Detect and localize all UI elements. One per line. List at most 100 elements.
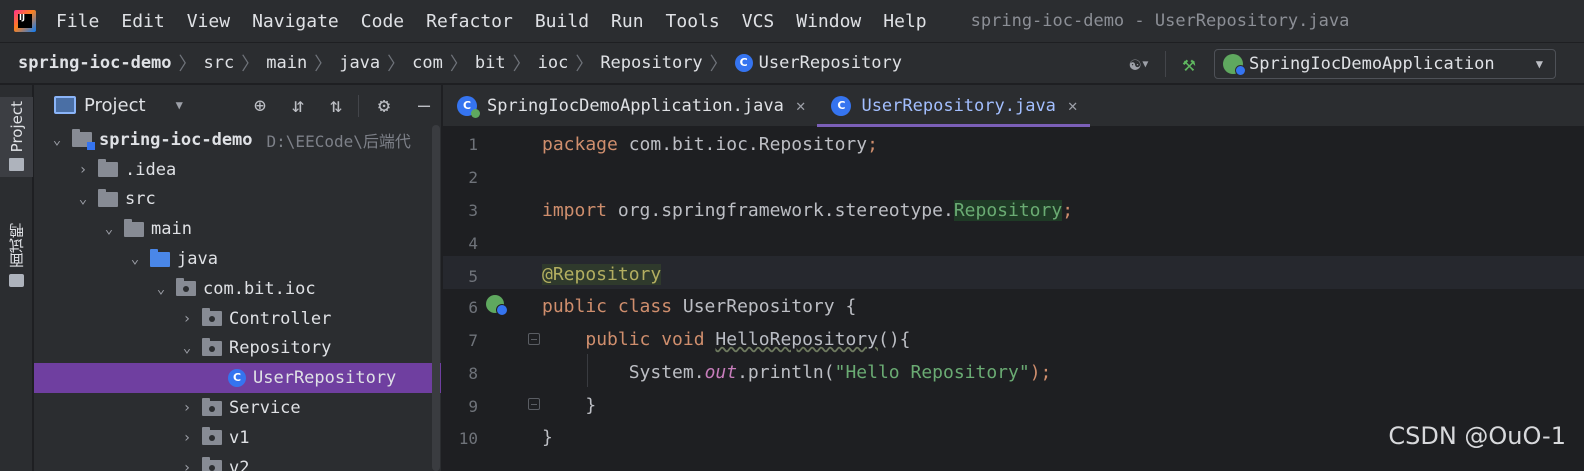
code-token: package [542,134,618,155]
chevron-right-icon: 〉 [512,54,531,75]
breadcrumb-item-src[interactable]: src [204,53,235,73]
breadcrumb-item-java[interactable]: java [339,53,380,73]
locate-target-icon[interactable]: ⊕ [249,94,271,116]
tree-row[interactable]: ⌄ Repository [34,334,441,364]
code-token: Repository [953,200,1063,221]
fold-icon[interactable] [528,333,540,345]
package-icon [202,397,222,416]
menu-refactor[interactable]: Refactor [426,11,513,32]
expand-all-icon[interactable]: ⇵ [287,94,309,116]
class-icon: C [734,54,753,72]
minimize-icon[interactable]: — [413,94,435,116]
tool-window-tab-interview[interactable]: 面试鸭 [0,223,33,287]
project-panel-title[interactable]: Project [84,95,146,116]
menu-tools[interactable]: Tools [666,11,720,32]
tree-item-label: spring-ioc-demo [99,129,253,150]
fold-icon[interactable] [528,398,540,410]
tree-row[interactable]: › .idea [34,155,441,185]
menu-run[interactable]: Run [611,11,644,32]
code-editor[interactable]: 1 2 3 4 5 6 7 8 9 10 package com.bit.ioc… [443,127,1584,471]
chevron-right-icon: 〉 [241,54,260,75]
breadcrumb-item-com[interactable]: com [412,53,443,73]
chevron-right-icon[interactable]: › [178,430,196,446]
menu-build[interactable]: Build [535,11,589,32]
menu-code[interactable]: Code [361,11,404,32]
code-line-5: @Repository [542,258,662,291]
tool-window-tab-label: 面试鸭 [8,223,26,268]
run-configuration-selector[interactable]: SpringIocDemoApplication ▼ [1214,49,1556,79]
caret-down-icon[interactable]: ▼ [176,98,183,112]
user-icon[interactable]: ☯ ▼ [1121,49,1157,79]
project-panel-header: Project ▼ ⊕ ⇵ ⇅ ⚙ — [34,85,441,125]
tab-springiocdemoapplication[interactable]: C SpringIocDemoApplication.java ✕ [443,85,817,126]
code-token: public class [542,296,673,317]
tree-row[interactable]: › Controller [34,304,441,334]
breadcrumb-item-main[interactable]: main [266,53,307,73]
code-line-1: package com.bit.ioc.Repository; [542,128,878,161]
tool-window-tab-project[interactable]: Project [0,97,33,178]
line-number: 6 [468,298,478,317]
project-panel: Project ▼ ⊕ ⇵ ⇅ ⚙ — ⌄ spring-ioc-demo D:\E… [34,85,442,471]
chevron-down-icon[interactable]: ⌄ [152,281,170,297]
menu-window[interactable]: Window [796,11,861,32]
tree-row[interactable]: ⌄ com.bit.ioc [34,274,441,304]
code-token: "Hello Repository" [834,362,1030,383]
tab-userrepository[interactable]: C UserRepository.java ✕ [817,85,1090,127]
breadcrumb-item-project[interactable]: spring-ioc-demo [18,53,172,73]
code-token: import [542,200,608,221]
code-token: org.springframework.stereotype. [607,200,954,221]
close-icon[interactable]: ✕ [1068,96,1078,115]
toolbar-divider [1165,51,1166,77]
menu-file[interactable]: File [56,11,99,32]
menu-vcs[interactable]: VCS [742,11,775,32]
folder-icon [124,218,144,237]
chevron-right-icon[interactable]: › [178,400,196,416]
code-token: ; [1062,200,1074,221]
class-icon: C [831,95,852,116]
tree-row[interactable]: › v2 [34,453,441,471]
menu-help[interactable]: Help [883,11,926,32]
intellij-idea-icon[interactable]: IJ [14,10,36,32]
tree-row[interactable]: C UserRepository [34,363,441,394]
chevron-right-icon[interactable]: › [74,162,92,178]
chevron-down-icon[interactable]: ⌄ [126,251,144,267]
folder-icon [98,159,118,178]
breadcrumb-item-userrepository[interactable]: UserRepository [759,53,902,73]
breadcrumb-item-repository[interactable]: Repository [600,53,702,73]
navigation-bar: spring-ioc-demo 〉 src 〉 main 〉 java 〉 co… [0,42,1584,84]
menu-view[interactable]: View [187,11,230,32]
gear-icon[interactable]: ⚙ [373,94,395,116]
class-icon: C [228,369,246,388]
tree-row[interactable]: ⌄ src [34,185,441,215]
menu-edit[interactable]: Edit [121,11,164,32]
menu-navigate[interactable]: Navigate [252,11,339,32]
caret-down-icon: ▼ [1142,58,1149,70]
chevron-down-icon[interactable]: ⌄ [74,191,92,207]
folder-icon [9,158,24,172]
tree-row[interactable]: ⌄ main [34,214,441,244]
breadcrumb-item-ioc[interactable]: ioc [538,53,569,73]
chevron-down-icon[interactable]: ⌄ [100,221,118,237]
header-divider [358,95,359,117]
chevron-down-icon[interactable]: ⌄ [48,132,66,148]
chevron-right-icon[interactable]: › [178,311,196,327]
tree-row[interactable]: ⌄ spring-ioc-demo D:\EECode\后端代 [34,125,441,155]
package-icon [202,457,222,471]
tree-row[interactable]: › Service [34,393,441,423]
line-number: 9 [468,397,478,416]
tree-row[interactable]: › v1 [34,423,441,453]
build-hammer-icon[interactable]: ⚒ [1174,49,1204,79]
scrollbar[interactable] [432,125,440,471]
collapse-all-icon[interactable]: ⇅ [325,94,347,116]
breadcrumb-item-bit[interactable]: bit [475,53,506,73]
code-token: HelloRepository [715,329,878,350]
chevron-right-icon: 〉 [387,54,406,75]
tree-item-label: v1 [229,427,250,448]
close-icon[interactable]: ✕ [796,96,806,115]
tab-label: SpringIocDemoApplication.java [487,95,784,116]
chevron-down-icon[interactable]: ⌄ [178,340,196,356]
spring-bean-icon[interactable] [486,295,508,316]
chevron-right-icon[interactable]: › [178,460,196,471]
tree-row[interactable]: ⌄ java [34,244,441,274]
